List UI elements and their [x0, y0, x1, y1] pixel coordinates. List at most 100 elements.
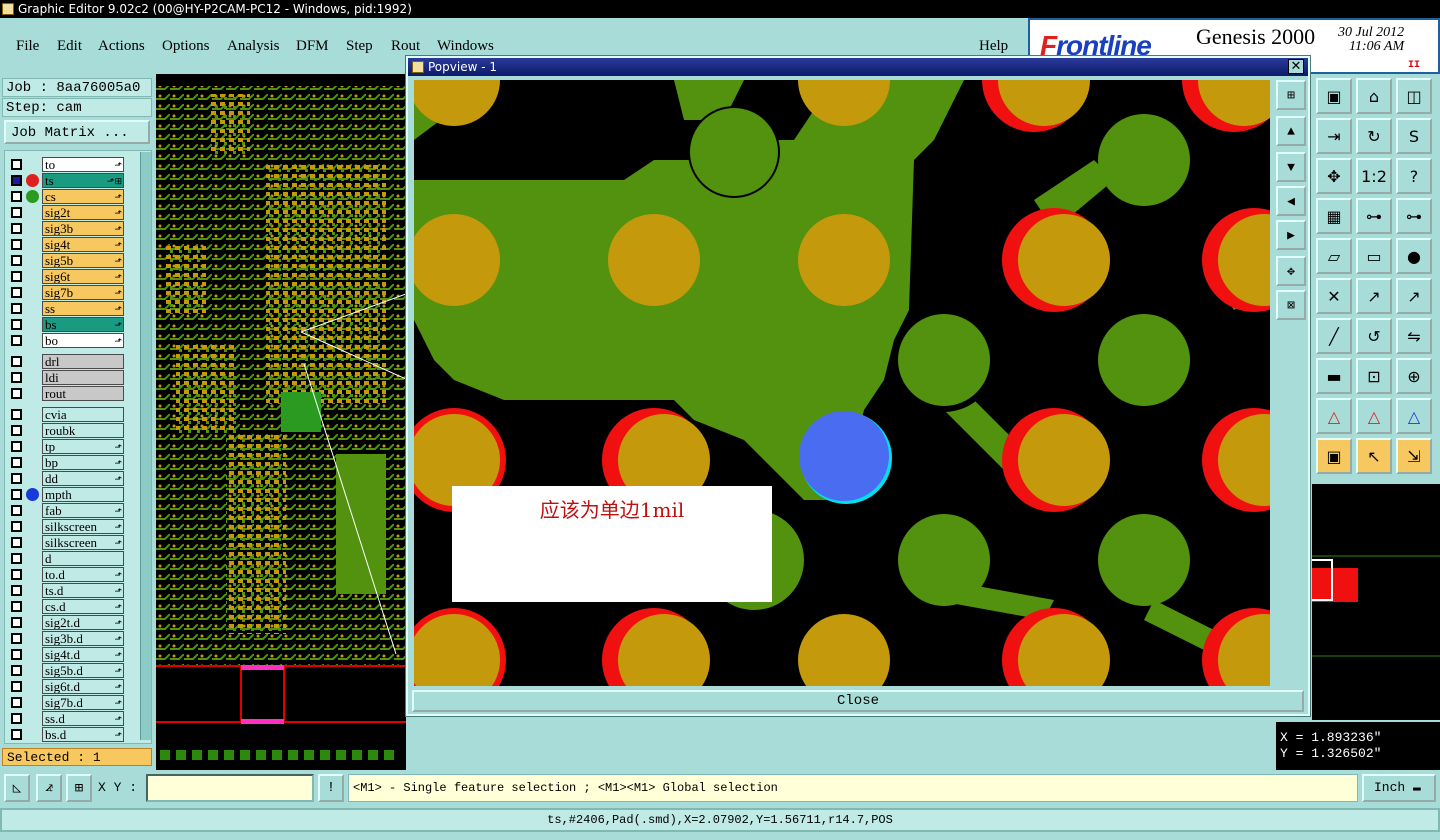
layer-checkbox[interactable] — [11, 175, 22, 186]
select-pointer-icon[interactable]: ↖ — [1356, 438, 1392, 474]
layers-red-icon[interactable]: ⊶ — [1396, 198, 1432, 234]
zoom-area-icon[interactable]: ◺ — [4, 774, 30, 802]
menu-windows[interactable]: Windows — [437, 38, 494, 55]
layer-row-to[interactable]: to ⬏ — [7, 157, 127, 172]
layer-row-ldi[interactable]: ldi — [7, 370, 127, 385]
layer-name[interactable]: silkscreen ⬏ — [42, 535, 124, 550]
layer-name[interactable]: cs ⬏ — [42, 189, 124, 204]
layer-row-sig2t-d[interactable]: sig2t.d ⬏ — [7, 615, 127, 630]
layer-row-sig5b-d[interactable]: sig5b.d ⬏ — [7, 663, 127, 678]
grid-icon[interactable]: ▦ — [1316, 198, 1352, 234]
measure-icon[interactable]: ⊡ — [1356, 358, 1392, 394]
layer-checkbox[interactable] — [11, 271, 22, 282]
help-icon[interactable]: ? — [1396, 158, 1432, 194]
layer-name[interactable]: sig7b ⬏ — [42, 285, 124, 300]
menu-edit[interactable]: Edit — [57, 38, 82, 55]
layer-checkbox[interactable] — [11, 287, 22, 298]
layer-name[interactable]: bs ⬏ — [42, 317, 124, 332]
layer-name[interactable]: silkscreen ⬏ — [42, 519, 124, 534]
zoom-fit-icon[interactable]: ✥ — [1316, 158, 1352, 194]
layer-checkbox[interactable] — [11, 223, 22, 234]
alert-icon[interactable]: ! — [318, 774, 344, 802]
layer-name[interactable]: to.d ⬏ — [42, 567, 124, 582]
layer-row-drl[interactable]: drl — [7, 354, 127, 369]
layer-name[interactable]: sig7b.d ⬏ — [42, 695, 124, 710]
layer-checkbox[interactable] — [11, 319, 22, 330]
popview-close-button[interactable]: Close — [412, 690, 1304, 712]
layer-checkbox[interactable] — [11, 665, 22, 676]
popview-zoom-fit-icon[interactable]: ✥ — [1276, 256, 1306, 286]
menu-help[interactable]: Help — [979, 38, 1008, 55]
layer-row-cs[interactable]: cs ⬏ — [7, 189, 127, 204]
triangle-icon[interactable]: △ — [1316, 398, 1352, 434]
layer-name[interactable]: sig5b.d ⬏ — [42, 663, 124, 678]
measure-icon[interactable]: ⦨ — [36, 774, 62, 802]
layer-row-mpth[interactable]: mpth — [7, 487, 127, 502]
layer-row-ts[interactable]: ts ⬏⊞ — [7, 173, 127, 188]
layer-checkbox[interactable] — [11, 633, 22, 644]
layer-name[interactable]: ss ⬏ — [42, 301, 124, 316]
split-icon[interactable]: ⇋ — [1396, 318, 1432, 354]
popview-up-icon[interactable]: ▲ — [1276, 116, 1306, 146]
menu-analysis[interactable]: Analysis — [227, 38, 280, 55]
pause-indicator[interactable]: II — [1408, 60, 1420, 71]
layers-red-icon[interactable]: ⊶ — [1356, 198, 1392, 234]
connect-icon[interactable]: ↗ — [1356, 278, 1392, 314]
layer-row-bs[interactable]: bs ⬏ — [7, 317, 127, 332]
layer-row-sig6t[interactable]: sig6t ⬏ — [7, 269, 127, 284]
layer-checkbox[interactable] — [11, 425, 22, 436]
layer-name[interactable]: dd ⬏ — [42, 471, 124, 486]
layer-name[interactable]: cvia — [42, 407, 124, 422]
layer-checkbox[interactable] — [11, 372, 22, 383]
layer-checkbox[interactable] — [11, 207, 22, 218]
layer-row-tp[interactable]: tp ⬏ — [7, 439, 127, 454]
layer-row-sig5b[interactable]: sig5b ⬏ — [7, 253, 127, 268]
layer-row-to-d[interactable]: to.d ⬏ — [7, 567, 127, 582]
layer-checkbox[interactable] — [11, 649, 22, 660]
layer-checkbox[interactable] — [11, 489, 22, 500]
layer-row-sig7b[interactable]: sig7b ⬏ — [7, 285, 127, 300]
layer-name[interactable]: sig2t.d ⬏ — [42, 615, 124, 630]
layer-name[interactable]: mpth — [42, 487, 124, 502]
layer-checkbox[interactable] — [11, 729, 22, 740]
layer-name[interactable]: to ⬏ — [42, 157, 124, 172]
job-matrix-button[interactable]: Job Matrix ... — [4, 120, 150, 144]
units-select[interactable]: Inch ▬ — [1362, 774, 1436, 802]
layer-name[interactable]: ss.d ⬏ — [42, 711, 124, 726]
menu-file[interactable]: File — [16, 38, 39, 55]
layer-row-ss[interactable]: ss ⬏ — [7, 301, 127, 316]
select-box-icon[interactable]: ▣ — [1316, 438, 1352, 474]
layer-checkbox[interactable] — [11, 601, 22, 612]
layer-name[interactable]: sig4t.d ⬏ — [42, 647, 124, 662]
s-curve-icon[interactable]: S — [1396, 118, 1432, 154]
layer-name[interactable]: bo ⬏ — [42, 333, 124, 348]
mini-graphic-view[interactable] — [1312, 484, 1440, 720]
layer-name[interactable]: cs.d ⬏ — [42, 599, 124, 614]
layer-name[interactable]: sig4t ⬏ — [42, 237, 124, 252]
menu-options[interactable]: Options — [162, 38, 210, 55]
ruler-icon[interactable]: ▭ — [1356, 238, 1392, 274]
layer-row-ss-d[interactable]: ss.d ⬏ — [7, 711, 127, 726]
layer-row-dd[interactable]: dd ⬏ — [7, 471, 127, 486]
house-icon[interactable]: ⌂ — [1356, 78, 1392, 114]
layer-checkbox[interactable] — [11, 409, 22, 420]
layer-name[interactable]: ts ⬏⊞ — [42, 173, 124, 188]
layer-checkbox[interactable] — [11, 388, 22, 399]
popview-zoom-in-icon[interactable]: ⊞ — [1276, 80, 1306, 110]
layer-name[interactable]: sig2t ⬏ — [42, 205, 124, 220]
pcb-board-view[interactable] — [156, 74, 406, 770]
layer-checkbox[interactable] — [11, 617, 22, 628]
layer-checkbox[interactable] — [11, 681, 22, 692]
layer-list-scrollbar[interactable] — [140, 152, 151, 740]
layer-checkbox[interactable] — [11, 505, 22, 516]
layer-name[interactable]: drl — [42, 354, 124, 369]
layer-row-sig6t-d[interactable]: sig6t.d ⬏ — [7, 679, 127, 694]
popview-left-icon[interactable]: ◀ — [1276, 186, 1306, 216]
layer-name[interactable]: sig3b.d ⬏ — [42, 631, 124, 646]
connect-blue-icon[interactable]: ↗ — [1396, 278, 1432, 314]
popview-zoom-out-icon[interactable]: ⊠ — [1276, 290, 1306, 320]
line-icon[interactable]: ╱ — [1316, 318, 1352, 354]
layer-name[interactable]: bp ⬏ — [42, 455, 124, 470]
cross-icon[interactable]: ✕ — [1316, 278, 1352, 314]
layer-checkbox[interactable] — [11, 473, 22, 484]
